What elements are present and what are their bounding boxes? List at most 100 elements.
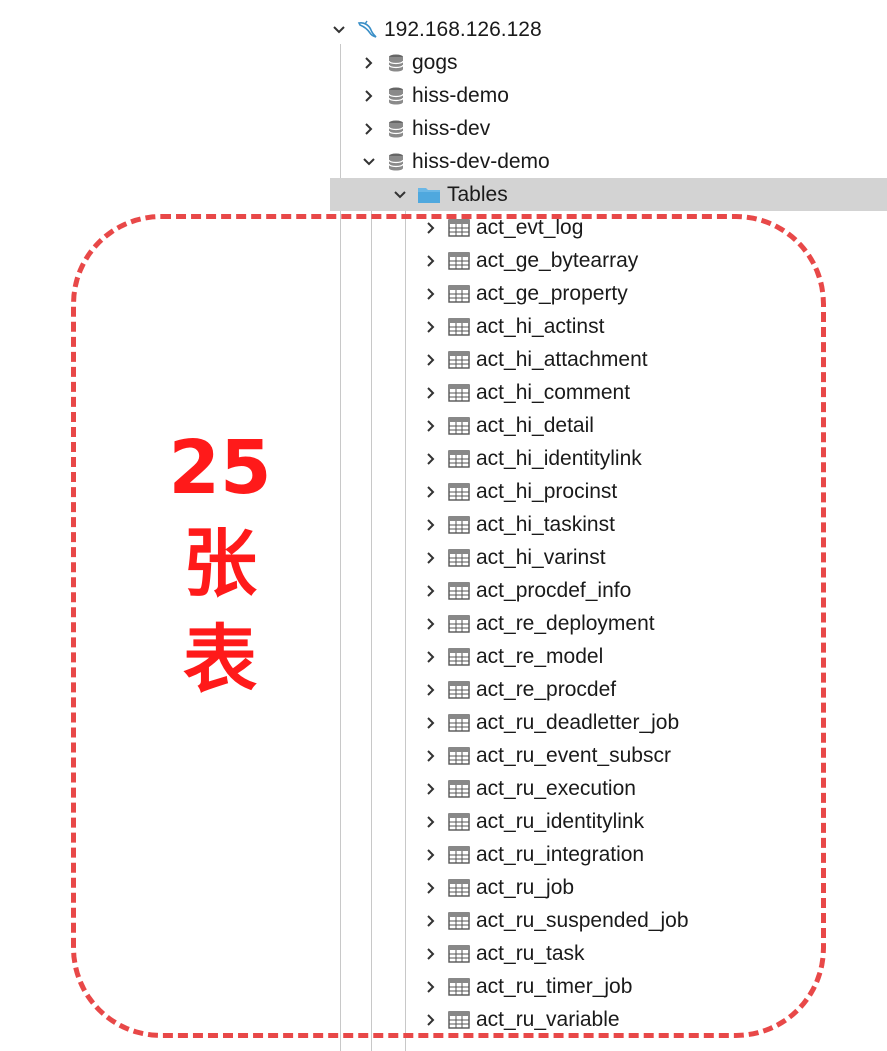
chevron-down-icon[interactable]	[332, 22, 346, 38]
table-node-label: act_ru_suspended_job	[476, 909, 689, 932]
table-icon	[448, 680, 470, 699]
chevron-right-icon[interactable]	[424, 781, 438, 797]
chevron-down-icon[interactable]	[393, 187, 407, 203]
chevron-right-icon[interactable]	[424, 913, 438, 929]
table-node[interactable]: act_hi_comment	[424, 376, 630, 409]
chevron-right-icon[interactable]	[362, 121, 376, 137]
table-node-label: act_hi_actinst	[476, 315, 605, 338]
table-node-label: act_ge_property	[476, 282, 628, 305]
connection-node-label: 192.168.126.128	[384, 18, 542, 41]
database-icon	[386, 119, 406, 139]
chevron-right-icon[interactable]	[424, 253, 438, 269]
chevron-right-icon[interactable]	[424, 550, 438, 566]
chevron-right-icon[interactable]	[424, 418, 438, 434]
table-node[interactable]: act_re_deployment	[424, 607, 655, 640]
chevron-right-icon[interactable]	[424, 682, 438, 698]
table-node-label: act_ru_identitylink	[476, 810, 645, 833]
table-icon	[448, 944, 470, 963]
table-icon	[448, 350, 470, 369]
connection-node[interactable]: 192.168.126.128	[332, 13, 542, 46]
table-node[interactable]: act_ge_property	[424, 277, 628, 310]
annotation-char-2: 表	[183, 617, 257, 703]
annotation-label: 25 张 表	[150, 420, 290, 708]
table-icon	[448, 878, 470, 897]
chevron-right-icon[interactable]	[362, 55, 376, 71]
chevron-right-icon[interactable]	[424, 715, 438, 731]
chevron-right-icon[interactable]	[424, 286, 438, 302]
database-node[interactable]: hiss-dev	[362, 112, 490, 145]
chevron-right-icon[interactable]	[424, 517, 438, 533]
table-node[interactable]: act_re_model	[424, 640, 603, 673]
chevron-right-icon[interactable]	[424, 220, 438, 236]
database-node-label: hiss-dev-demo	[412, 150, 550, 173]
tables-folder-node[interactable]: Tables	[330, 178, 887, 211]
annotation-count: 25	[168, 425, 272, 511]
chevron-right-icon[interactable]	[424, 847, 438, 863]
table-icon	[448, 383, 470, 402]
table-node[interactable]: act_ge_bytearray	[424, 244, 638, 277]
table-node[interactable]: act_ru_suspended_job	[424, 904, 689, 937]
database-icon	[386, 53, 406, 73]
table-icon	[448, 779, 470, 798]
chevron-right-icon[interactable]	[424, 583, 438, 599]
table-icon	[448, 647, 470, 666]
table-node[interactable]: act_ru_variable	[424, 1003, 620, 1036]
table-node-label: act_ru_execution	[476, 777, 636, 800]
annotation-char-1: 张	[183, 521, 257, 607]
chevron-right-icon[interactable]	[424, 946, 438, 962]
table-node[interactable]: act_hi_actinst	[424, 310, 604, 343]
table-node[interactable]: act_hi_attachment	[424, 343, 648, 376]
table-node[interactable]: act_ru_timer_job	[424, 970, 632, 1003]
database-node[interactable]: hiss-dev-demo	[362, 145, 550, 178]
chevron-right-icon[interactable]	[424, 352, 438, 368]
table-node[interactable]: act_hi_procinst	[424, 475, 617, 508]
table-node[interactable]: act_hi_varinst	[424, 541, 606, 574]
table-node[interactable]: act_procdef_info	[424, 574, 631, 607]
table-node[interactable]: act_hi_taskinst	[424, 508, 615, 541]
database-node[interactable]: hiss-demo	[362, 79, 509, 112]
table-icon	[448, 1010, 470, 1029]
chevron-right-icon[interactable]	[424, 979, 438, 995]
table-node-label: act_re_model	[476, 645, 604, 668]
chevron-right-icon[interactable]	[424, 880, 438, 896]
chevron-right-icon[interactable]	[424, 484, 438, 500]
table-node[interactable]: act_ru_deadletter_job	[424, 706, 679, 739]
table-node[interactable]: act_re_procdef	[424, 673, 616, 706]
chevron-right-icon[interactable]	[362, 88, 376, 104]
table-node-label: act_hi_comment	[476, 381, 631, 404]
table-node[interactable]: act_ru_task	[424, 937, 585, 970]
chevron-right-icon[interactable]	[424, 1012, 438, 1028]
tree-guide-line	[405, 208, 406, 1051]
database-node-label: gogs	[412, 51, 458, 74]
table-icon	[448, 416, 470, 435]
chevron-right-icon[interactable]	[424, 814, 438, 830]
chevron-right-icon[interactable]	[424, 385, 438, 401]
table-icon	[448, 482, 470, 501]
table-icon	[448, 515, 470, 534]
chevron-right-icon[interactable]	[424, 319, 438, 335]
table-node[interactable]: act_ru_integration	[424, 838, 644, 871]
chevron-down-icon[interactable]	[362, 154, 376, 170]
table-icon	[448, 581, 470, 600]
chevron-right-icon[interactable]	[424, 451, 438, 467]
chevron-right-icon[interactable]	[424, 748, 438, 764]
table-node[interactable]: act_hi_identitylink	[424, 442, 642, 475]
table-node-label: act_evt_log	[476, 216, 584, 239]
table-icon	[448, 218, 470, 237]
table-node[interactable]: act_hi_detail	[424, 409, 594, 442]
table-node[interactable]: act_ru_execution	[424, 772, 636, 805]
chevron-right-icon[interactable]	[424, 616, 438, 632]
folder-icon	[417, 186, 441, 204]
table-node-label: act_hi_identitylink	[476, 447, 642, 470]
table-node-label: act_hi_detail	[476, 414, 594, 437]
table-node[interactable]: act_evt_log	[424, 211, 583, 244]
table-node-label: act_ru_event_subscr	[476, 744, 671, 767]
database-node[interactable]: gogs	[362, 46, 458, 79]
chevron-right-icon[interactable]	[424, 649, 438, 665]
table-node[interactable]: act_ru_event_subscr	[424, 739, 671, 772]
table-node[interactable]: act_ru_job	[424, 871, 574, 904]
table-node-label: act_ru_integration	[476, 843, 645, 866]
table-icon	[448, 845, 470, 864]
table-icon	[448, 614, 470, 633]
table-node[interactable]: act_ru_identitylink	[424, 805, 644, 838]
